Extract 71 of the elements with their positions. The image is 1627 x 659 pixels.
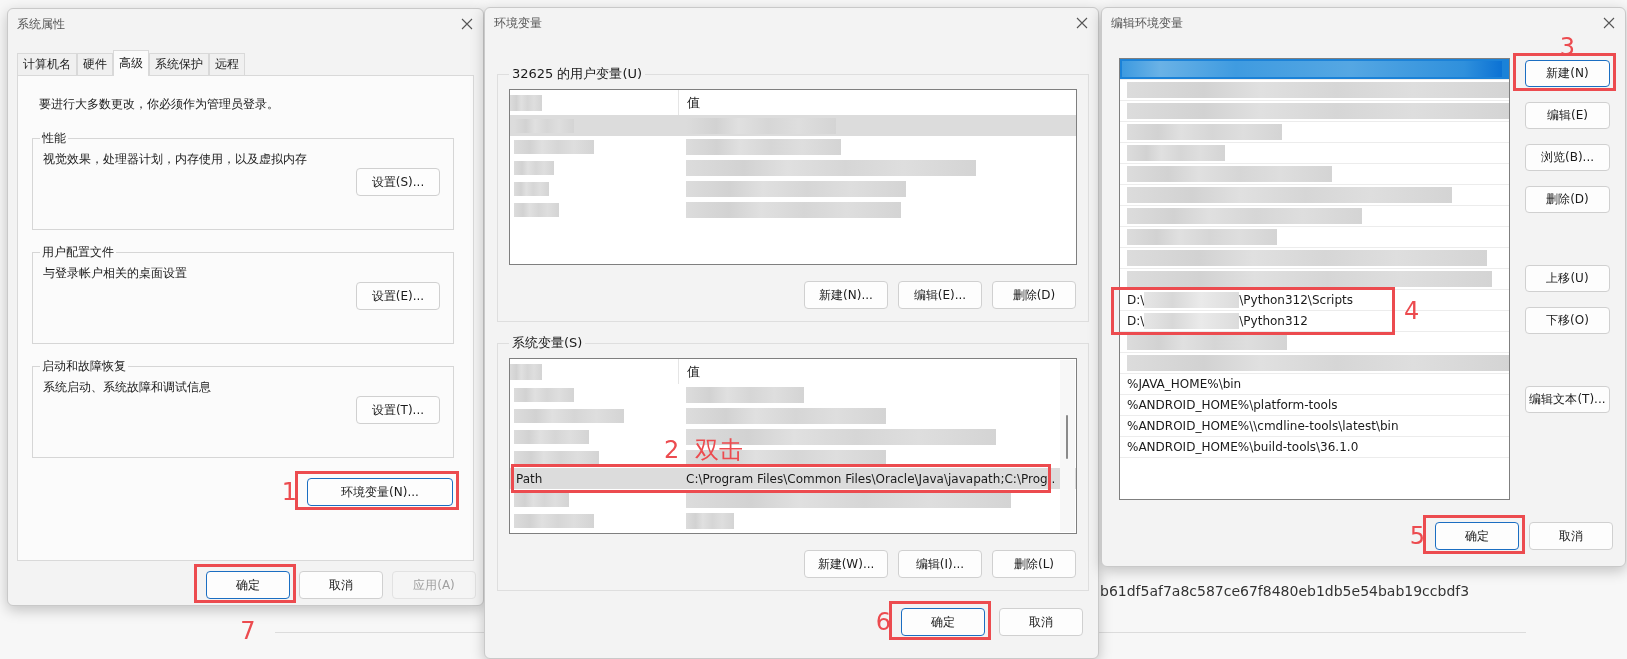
- edit-button[interactable]: 编辑(I)...: [898, 550, 982, 578]
- path-entry: %ANDROID_HOME%\build-tools\36.1.0: [1127, 440, 1359, 454]
- ok-button[interactable]: 确定: [901, 608, 985, 636]
- selected-row[interactable]: [1120, 59, 1509, 80]
- tab[interactable]: 系统保护: [149, 53, 209, 75]
- group-title: 系统变量(S): [511, 334, 584, 352]
- path-suffix: \Python312\Scripts: [1239, 293, 1353, 307]
- redacted-bar: [514, 181, 549, 196]
- step-number: 7: [240, 619, 256, 643]
- new-button[interactable]: 新建(N)...: [804, 281, 888, 309]
- environment-variables-button[interactable]: 环境变量(N)...: [307, 478, 453, 506]
- tab[interactable]: 硬件: [77, 53, 113, 75]
- window-title: 环境变量: [494, 14, 542, 32]
- move-down-button[interactable]: 下移(O): [1525, 307, 1610, 334]
- page-text: b61df5af7a8c587ce67f8480eb1db5e54bab19ccbdf3: [1100, 583, 1470, 599]
- group-title: 启动和故障恢复: [41, 358, 127, 375]
- redacted-bar: [514, 387, 574, 402]
- browse-button[interactable]: 浏览(B)...: [1525, 144, 1610, 171]
- column-header: 值: [686, 362, 700, 381]
- scrollbar-thumb[interactable]: [1066, 415, 1068, 459]
- path-suffix: \Python312: [1239, 314, 1308, 328]
- delete-button[interactable]: 删除(L): [992, 550, 1076, 578]
- ok-button[interactable]: 确定: [1435, 522, 1519, 550]
- delete-button[interactable]: 删除(D): [992, 281, 1076, 309]
- cancel-button[interactable]: 取消: [999, 608, 1083, 636]
- step-number: 6: [875, 610, 891, 634]
- notice-text: 要进行大多数更改，你必须作为管理员登录。: [39, 96, 280, 113]
- redacted-bar: [686, 512, 734, 529]
- path-prefix: D:\: [1127, 314, 1145, 328]
- path-entry: %ANDROID_HOME%\\cmdline-tools\latest\bin: [1127, 419, 1399, 433]
- edit-button[interactable]: 编辑(E)...: [898, 281, 982, 309]
- group-title: 32625 的用户变量(U): [511, 65, 644, 83]
- tab[interactable]: 计算机名: [17, 53, 77, 75]
- group-description: 与登录帐户相关的桌面设置: [43, 265, 188, 282]
- path-prefix: D:\: [1127, 293, 1145, 307]
- group-title: 用户配置文件: [41, 244, 115, 261]
- group-description: 视觉效果，处理器计划，内存使用，以及虚拟内存: [43, 151, 308, 168]
- cancel-button[interactable]: 取消: [1529, 522, 1613, 550]
- path-entry: %JAVA_HOME%\bin: [1127, 377, 1242, 391]
- scrollbar[interactable]: [1060, 360, 1075, 532]
- step-number: 2 双击: [664, 438, 743, 462]
- step-number: 1: [281, 480, 297, 504]
- delete-button[interactable]: 删除(D): [1525, 186, 1610, 213]
- new-button[interactable]: 新建(N): [1525, 60, 1610, 87]
- ok-button[interactable]: 确定: [206, 571, 290, 599]
- tab[interactable]: 远程: [209, 53, 245, 75]
- step-number: 4: [1404, 299, 1420, 323]
- new-button[interactable]: 新建(W)...: [804, 550, 888, 578]
- cancel-button[interactable]: 取消: [299, 571, 383, 599]
- redacted-bar: [510, 94, 542, 111]
- group-description: 系统启动、系统故障和调试信息: [43, 379, 212, 396]
- tab[interactable]: 高级: [113, 50, 149, 76]
- close-icon[interactable]: [1076, 17, 1088, 29]
- close-icon[interactable]: [461, 18, 473, 30]
- redacted-bar: [514, 202, 559, 217]
- path-entry: %ANDROID_HOME%\platform-tools: [1127, 398, 1338, 412]
- variable-name: Path: [516, 471, 543, 486]
- settings-button[interactable]: 设置(E)...: [356, 282, 440, 310]
- move-up-button[interactable]: 上移(U): [1525, 265, 1610, 292]
- step-number: 5: [1409, 524, 1425, 548]
- edit-text-button[interactable]: 编辑文本(T)...: [1525, 386, 1610, 413]
- redacted-bar: [510, 363, 542, 380]
- redacted-bar: [514, 160, 554, 175]
- window-title: 编辑环境变量: [1111, 14, 1183, 32]
- settings-button[interactable]: 设置(T)...: [356, 396, 440, 424]
- settings-button[interactable]: 设置(S)...: [356, 168, 440, 196]
- edit-button[interactable]: 编辑(E): [1525, 102, 1610, 129]
- column-header: 值: [686, 93, 700, 112]
- close-icon[interactable]: [1603, 17, 1615, 29]
- group-title: 性能: [41, 130, 67, 147]
- window-title: 系统属性: [17, 15, 65, 33]
